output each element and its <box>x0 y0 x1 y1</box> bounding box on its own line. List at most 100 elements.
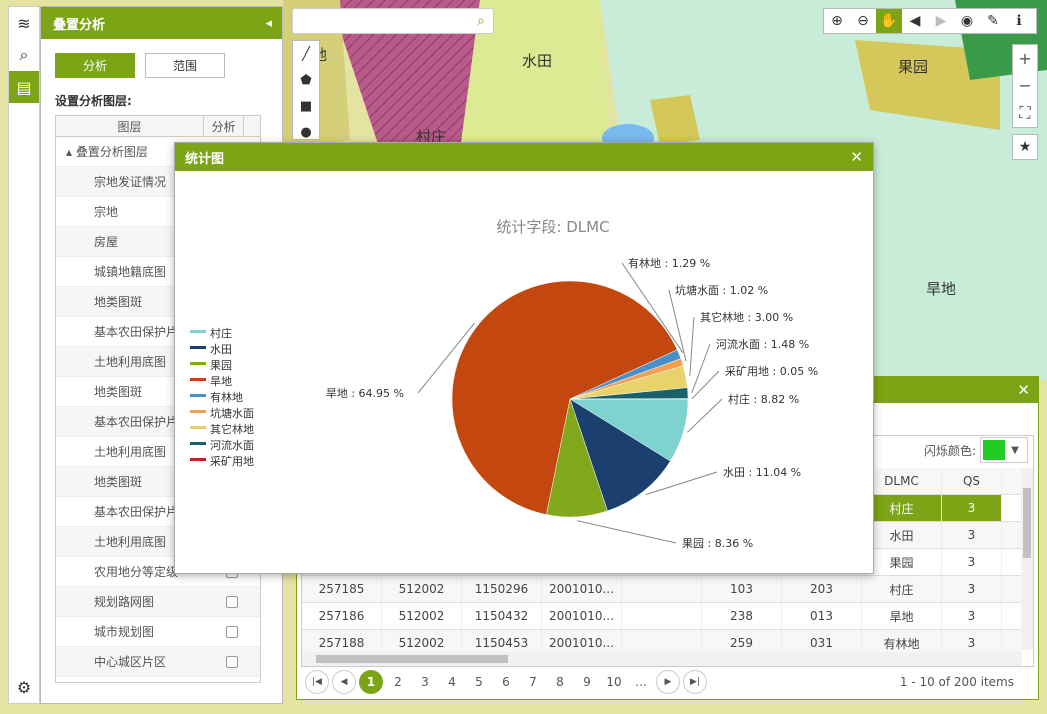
data-label: 旱地 : 64.95 % <box>326 387 404 400</box>
zoom-in-icon[interactable]: ⊕ <box>824 9 850 33</box>
column-header-layer: 图层 <box>56 116 204 136</box>
page-button[interactable]: 9 <box>575 670 599 694</box>
table-cell: 257185 <box>302 576 382 602</box>
back-icon[interactable]: ◀ <box>902 9 928 33</box>
zoom-out-icon[interactable]: ⊖ <box>850 9 876 33</box>
table-cell: DLMC <box>862 468 942 494</box>
statistics-chart-dialog: 统计图 ✕ 统计字段: DLMC 村庄 水田 果园 旱地 有林地 坑塘水面 其它林地 河流水面采… <box>174 142 874 574</box>
search-box: ⌕ <box>292 8 494 34</box>
page-button[interactable]: 8 <box>548 670 572 694</box>
zoom-plus-icon[interactable]: + <box>1013 45 1037 72</box>
layer-name: 中心城区片区 <box>94 655 167 669</box>
table-cell: 3 <box>942 576 1002 602</box>
map-label: 果园 <box>898 58 929 76</box>
layer-checkbox[interactable] <box>226 595 238 608</box>
horizontal-scrollbar[interactable] <box>302 652 1022 666</box>
map-toolbar: ⊕ ⊖ ✋ ◀ ▶ ◉ ✎ ℹ <box>823 8 1037 34</box>
table-cell: QS <box>942 468 1002 494</box>
data-label: 采矿用地 : 0.05 % <box>725 365 818 378</box>
search-icon[interactable]: ⌕ <box>471 11 491 31</box>
table-cell: 水田 <box>862 522 942 548</box>
draw-toolbar: ╱ ⬟ ■ ● <box>292 40 320 140</box>
panel-title: 叠置分析 <box>53 17 106 33</box>
legend-label: 有林地 <box>210 390 243 404</box>
table-cell: 512002 <box>382 576 462 602</box>
gear-icon[interactable]: ⚙ <box>9 678 39 697</box>
data-label: 有林地 : 1.29 % <box>628 256 710 270</box>
dialog-header: 统计图 ✕ <box>175 143 873 171</box>
legend-label: 水田 <box>210 343 232 356</box>
map-label: 水田 <box>522 52 553 70</box>
tab-analysis[interactable]: 分析 <box>55 53 135 78</box>
layer-checkbox[interactable] <box>226 655 238 668</box>
page-button[interactable]: 6 <box>494 670 518 694</box>
page-button[interactable]: 2 <box>386 670 410 694</box>
draw-rectangle-icon[interactable]: ■ <box>293 93 319 119</box>
vertical-scrollbar[interactable] <box>1021 468 1033 650</box>
table-row[interactable]: 257185 512002 1150296 2001010... 103 203 村庄 3 <box>302 576 1022 603</box>
legend-swatch <box>190 330 206 333</box>
page-button[interactable]: ... <box>629 670 653 694</box>
legend-swatch <box>190 458 206 461</box>
leader-line <box>577 520 677 544</box>
page-button[interactable]: 1 <box>359 670 383 694</box>
table-cell: 512002 <box>382 603 462 629</box>
last-page-button[interactable]: ▶| <box>683 670 707 694</box>
next-page-button[interactable]: ▶ <box>656 670 680 694</box>
layer-row: 中心城区片区 <box>56 647 260 677</box>
draw-line-icon[interactable]: ╱ <box>293 41 319 67</box>
overlay-analysis-icon[interactable]: ▤ <box>9 71 39 103</box>
table-cell: 013 <box>782 603 862 629</box>
pager: |◀ ◀ 1 2 3 4 5 6 7 8 9 10... ▶ ▶| 1 - 10 of 200 i… <box>301 667 1034 697</box>
tab-range[interactable]: 范围 <box>145 53 225 78</box>
page-button[interactable]: 5 <box>467 670 491 694</box>
map-label: 旱地 <box>926 280 957 298</box>
search-input[interactable] <box>297 10 467 32</box>
draw-polygon-icon[interactable]: ⬟ <box>293 67 319 93</box>
table-row[interactable]: 257186 512002 1150432 2001010... 238 013 旱地 3 <box>302 603 1022 630</box>
legend-label: 旱地 <box>210 375 232 388</box>
first-page-button[interactable]: |◀ <box>305 670 329 694</box>
table-cell: 238 <box>702 603 782 629</box>
zoom-minus-icon[interactable]: − <box>1013 72 1037 99</box>
data-label: 坑塘水面 : 1.02 % <box>675 283 768 297</box>
legend-label: 采矿用地 <box>210 455 254 468</box>
page-button[interactable]: 3 <box>413 670 437 694</box>
legend-swatch <box>190 378 206 381</box>
layer-checkbox[interactable] <box>226 625 238 638</box>
search-map-icon[interactable]: ⌕ <box>9 39 39 71</box>
page-button[interactable]: 7 <box>521 670 545 694</box>
data-label: 河流水面 : 1.48 % <box>716 337 809 351</box>
collapse-icon[interactable]: ◂ <box>265 16 272 31</box>
page-button[interactable]: 4 <box>440 670 464 694</box>
close-icon[interactable]: ✕ <box>1017 381 1030 399</box>
data-label: 其它林地 : 3.00 % <box>700 310 793 324</box>
layers-icon[interactable]: ≋ <box>9 7 39 39</box>
layer-row: 城市规划图 <box>56 617 260 647</box>
prev-page-button[interactable]: ◀ <box>332 670 356 694</box>
close-icon[interactable]: ✕ <box>850 148 863 166</box>
column-header-analyze: 分析 <box>204 116 244 136</box>
table-cell: 203 <box>782 576 862 602</box>
legend-label: 其它林地 <box>210 422 254 436</box>
full-extent-icon[interactable]: ◉ <box>954 9 980 33</box>
info-icon[interactable]: ℹ <box>1006 9 1032 33</box>
forward-icon[interactable]: ▶ <box>928 9 954 33</box>
bookmark-icon[interactable]: ★ <box>1012 134 1038 160</box>
table-cell: 2001010... <box>542 603 622 629</box>
table-cell: 3 <box>942 495 1002 521</box>
layer-row: 规划路网图 <box>56 587 260 617</box>
legend-label: 果园 <box>210 359 232 372</box>
table-cell: 3 <box>942 549 1002 575</box>
table-cell: 2001010... <box>542 576 622 602</box>
full-screen-icon[interactable]: ⛶ <box>1013 99 1037 126</box>
table-cell: 1150432 <box>462 603 542 629</box>
table-cell <box>622 576 702 602</box>
measure-icon[interactable]: ✎ <box>980 9 1006 33</box>
data-label: 水田 : 11.04 % <box>723 466 801 479</box>
chart-title: 统计字段: DLMC <box>496 218 609 236</box>
legend-label: 村庄 <box>210 326 232 340</box>
pan-icon[interactable]: ✋ <box>876 9 902 33</box>
page-button[interactable]: 10 <box>602 670 626 694</box>
leader-line <box>689 316 695 376</box>
